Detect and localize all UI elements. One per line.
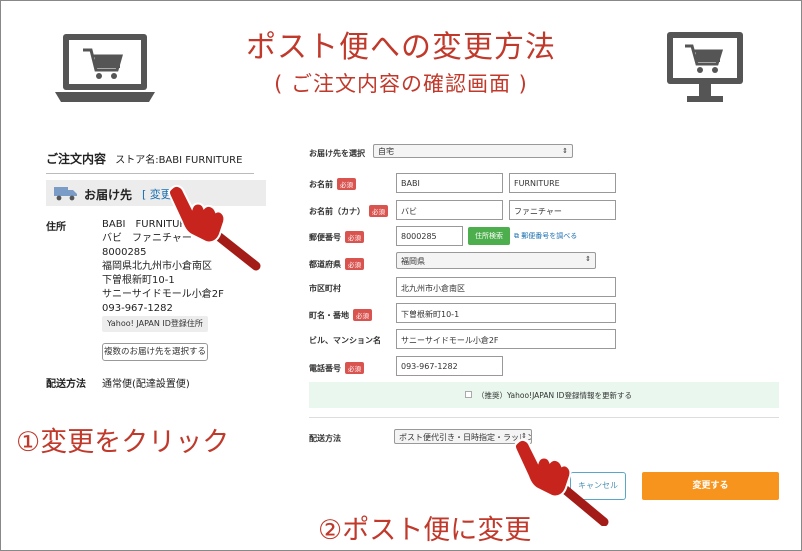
chevron-updown-icon: ⇕ xyxy=(562,147,568,155)
required-badge: 必須 xyxy=(369,205,388,217)
shipping-method-label: 配送方法 xyxy=(309,434,341,443)
step1-annotation: ①変更をクリック xyxy=(16,427,230,458)
required-badge: 必須 xyxy=(345,231,364,243)
delivery-label: お届け先 xyxy=(84,188,133,202)
zip-label: 郵便番号 必須 xyxy=(309,231,364,243)
address-label: 住所 xyxy=(46,222,66,233)
kana-label: お名前（カナ） 必須 xyxy=(309,205,388,217)
submit-change-button[interactable]: 変更する xyxy=(642,472,779,500)
yahoo-update-label: （推奨）Yahoo!JAPAN ID登録情報を更新する xyxy=(477,391,632,400)
order-title: ご注文内容 xyxy=(46,152,107,166)
phone-input[interactable]: 093-967-1282 xyxy=(396,356,503,376)
phone-label: 電話番号 必須 xyxy=(309,362,364,374)
pointing-hand-icon xyxy=(167,184,261,271)
address-line: 下曽根新町10-1 xyxy=(102,275,175,286)
address-line: サニーサイドモール小倉2F xyxy=(102,289,224,300)
building-input[interactable]: サニーサイドモール小倉2F xyxy=(396,329,616,349)
select-dest-dropdown[interactable]: 自宅 ⇕ xyxy=(373,144,573,158)
prefecture-select[interactable]: 福岡県 ⇕ xyxy=(396,252,596,269)
select-dest-label: お届け先を選択 xyxy=(309,149,365,158)
chevron-updown-icon: ⇕ xyxy=(585,255,591,263)
step2-annotation: ②ポスト便に変更 xyxy=(318,515,532,546)
street-input[interactable]: 下曽根新町10-1 xyxy=(396,303,616,323)
multi-destination-button[interactable]: 複数のお届け先を選択する xyxy=(102,343,208,361)
zip-lookup-link[interactable]: ⧉ 郵便番号を調べる xyxy=(514,231,577,241)
building-label: ビル、マンション名 xyxy=(309,336,381,345)
zip-input[interactable]: 8000285 xyxy=(396,226,463,246)
shipping-label: 配送方法 xyxy=(46,379,86,390)
yahoo-address-button[interactable]: Yahoo! JAPAN ID登録住所 xyxy=(102,316,208,332)
yahoo-update-checkbox[interactable] xyxy=(465,391,472,398)
required-badge: 必須 xyxy=(345,258,364,270)
required-badge: 必須 xyxy=(353,309,372,321)
yahoo-update-band: （推奨）Yahoo!JAPAN ID登録情報を更新する xyxy=(309,382,779,408)
select-dest-value: 自宅 xyxy=(378,147,394,156)
order-header: ご注文内容 ストア名:BABI FURNITURE xyxy=(46,150,254,174)
prefecture-label: 都道府県 必須 xyxy=(309,258,364,270)
city-label: 市区町村 xyxy=(309,284,341,293)
kana-last-input[interactable]: ファニチャー xyxy=(509,200,616,220)
prefecture-value: 福岡県 xyxy=(401,257,425,266)
divider xyxy=(309,417,779,418)
shipping-value: 通常便(配達設置便) xyxy=(102,379,190,390)
required-badge: 必須 xyxy=(345,362,364,374)
laptop-cart-icon xyxy=(55,34,155,102)
truck-icon xyxy=(54,187,77,201)
kana-first-input[interactable]: バビ xyxy=(396,200,503,220)
address-line: 093-967-1282 xyxy=(102,303,173,314)
city-input[interactable]: 北九州市小倉南区 xyxy=(396,277,616,297)
name-last-input[interactable]: FURNITURE xyxy=(509,173,616,193)
required-badge: 必須 xyxy=(337,178,356,190)
name-first-input[interactable]: BABI xyxy=(396,173,503,193)
store-name: ストア名:BABI FURNITURE xyxy=(115,155,243,166)
address-search-button[interactable]: 住所検索 xyxy=(468,227,510,245)
name-label: お名前 必須 xyxy=(309,178,356,190)
monitor-cart-icon xyxy=(667,32,743,102)
street-label: 町名・番地 必須 xyxy=(309,309,372,321)
